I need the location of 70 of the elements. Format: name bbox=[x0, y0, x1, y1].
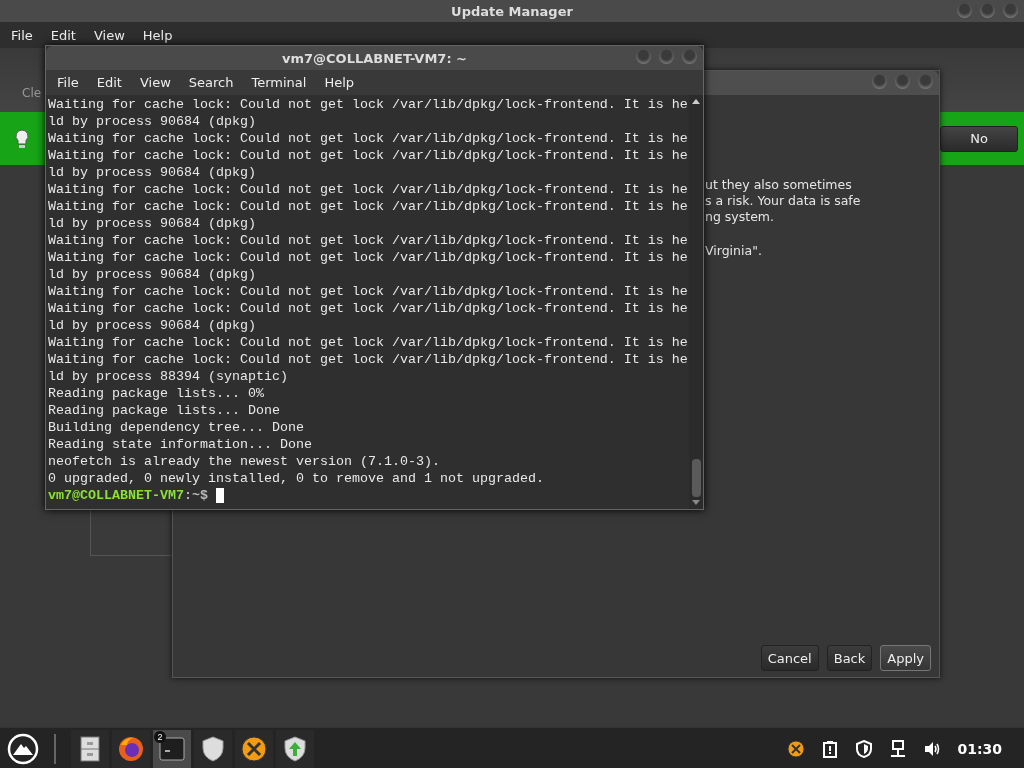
terminal-line: neofetch is already the newest version (7.1.0-3). bbox=[48, 453, 441, 470]
shield-arrow-icon bbox=[281, 734, 309, 763]
window-title: Update Manager bbox=[451, 3, 573, 19]
taskbar-app-button[interactable] bbox=[112, 729, 150, 768]
clock[interactable]: 01:30 bbox=[957, 740, 1002, 757]
taskbar-app-button[interactable] bbox=[235, 729, 273, 768]
terminal-line: ld by process 90684 (dpkg) bbox=[48, 164, 257, 181]
fox-globe-icon bbox=[117, 734, 145, 763]
lightbulb-icon bbox=[14, 127, 30, 150]
menu-item[interactable]: Terminal bbox=[244, 75, 314, 90]
menu-item[interactable]: Help bbox=[135, 27, 180, 43]
terminal-line: Waiting for cache lock: Could not get lock /var/lib/dpkg/lock-frontend. It is he bbox=[48, 96, 689, 113]
terminal-line: Waiting for cache lock: Could not get lock /var/lib/dpkg/lock-frontend. It is he bbox=[48, 249, 689, 266]
terminal-line: Waiting for cache lock: Could not get lock /var/lib/dpkg/lock-frontend. It is he bbox=[48, 300, 689, 317]
prompt-user-host: vm7@COLLABNET-VM7 bbox=[48, 487, 184, 504]
terminal-line: ld by process 90684 (dpkg) bbox=[48, 317, 257, 334]
window-title: vm7@COLLABNET-VM7: ~ bbox=[282, 50, 467, 66]
dialog-text: Virginia". bbox=[705, 243, 763, 259]
terminal-line: 0 upgraded, 0 newly installed, 0 to remove and 1 not upgraded. bbox=[48, 470, 545, 487]
terminal-line: Waiting for cache lock: Could not get lock /var/lib/dpkg/lock-frontend. It is he bbox=[48, 232, 689, 249]
scroll-up-arrow-icon[interactable] bbox=[692, 98, 700, 104]
taskbar-app-button[interactable] bbox=[71, 729, 109, 768]
scrollbar-thumb[interactable] bbox=[691, 459, 701, 497]
menu-item[interactable]: Edit bbox=[89, 75, 129, 90]
network-icon[interactable] bbox=[889, 739, 908, 758]
terminal-line: ld by process 90684 (dpkg) bbox=[48, 266, 257, 283]
dialog-text: ut they also sometimes bbox=[705, 177, 853, 193]
x-circle-icon[interactable] bbox=[787, 739, 806, 758]
dialog-text: s a risk. Your data is safe bbox=[705, 193, 861, 209]
terminal-line: Waiting for cache lock: Could not get lock /var/lib/dpkg/lock-frontend. It is he bbox=[48, 130, 689, 147]
terminal-line: Reading package lists... 0% bbox=[48, 385, 265, 402]
dialog-button[interactable]: Cancel bbox=[760, 645, 819, 671]
terminal-line: ld by process 90684 (dpkg) bbox=[48, 113, 257, 130]
taskbar-app-button[interactable]: 2 bbox=[153, 729, 191, 768]
menu-item[interactable]: View bbox=[132, 75, 178, 90]
terminal-icon bbox=[158, 734, 186, 763]
scrollbar[interactable] bbox=[689, 95, 703, 509]
shield-icon bbox=[199, 734, 227, 763]
terminal-line: Waiting for cache lock: Could not get lock /var/lib/dpkg/lock-frontend. It is he bbox=[48, 181, 689, 198]
menu-item[interactable]: View bbox=[86, 27, 132, 43]
shield-icon[interactable] bbox=[855, 739, 874, 758]
mountain-logo-icon[interactable] bbox=[7, 732, 39, 765]
no-button[interactable]: No bbox=[940, 125, 1018, 152]
scroll-down-arrow-icon[interactable] bbox=[692, 500, 700, 506]
menu-item[interactable]: File bbox=[50, 75, 86, 90]
terminal-line: Reading state information... Done bbox=[48, 436, 313, 453]
menu-item[interactable]: File bbox=[4, 27, 40, 43]
clipboard-icon[interactable] bbox=[821, 739, 840, 758]
terminal-line: Waiting for cache lock: Could not get lock /var/lib/dpkg/lock-frontend. It is he bbox=[48, 283, 689, 300]
menu-item[interactable]: Search bbox=[181, 75, 241, 90]
menu-item[interactable]: Help bbox=[317, 75, 362, 90]
count-badge: 2 bbox=[154, 730, 166, 743]
terminal-line: ld by process 90684 (dpkg) bbox=[48, 215, 257, 232]
prompt-path: :~$ bbox=[184, 487, 208, 504]
taskbar-app-button[interactable] bbox=[276, 729, 314, 768]
dialog-button[interactable]: Apply bbox=[880, 645, 931, 671]
text-cursor bbox=[216, 488, 224, 503]
taskbar-app-button[interactable] bbox=[194, 729, 232, 768]
terminal-line: Waiting for cache lock: Could not get lock /var/lib/dpkg/lock-frontend. It is he bbox=[48, 351, 689, 368]
terminal-line: Waiting for cache lock: Could not get lock /var/lib/dpkg/lock-frontend. It is he bbox=[48, 198, 689, 215]
terminal-line: ld by process 88394 (synaptic) bbox=[48, 368, 289, 385]
dialog-text: ng system. bbox=[705, 209, 775, 225]
terminal-line: Waiting for cache lock: Could not get lock /var/lib/dpkg/lock-frontend. It is he bbox=[48, 334, 689, 351]
terminal-line: Reading package lists... Done bbox=[48, 402, 281, 419]
toolbar-label[interactable]: Cle bbox=[22, 86, 42, 100]
terminal-line: Building dependency tree... Done bbox=[48, 419, 305, 436]
terminal-line: Waiting for cache lock: Could not get lock /var/lib/dpkg/lock-frontend. It is he bbox=[48, 147, 689, 164]
menu-item[interactable]: Edit bbox=[43, 27, 83, 43]
dialog-button[interactable]: Back bbox=[826, 645, 873, 671]
x-circle-icon bbox=[240, 734, 268, 763]
